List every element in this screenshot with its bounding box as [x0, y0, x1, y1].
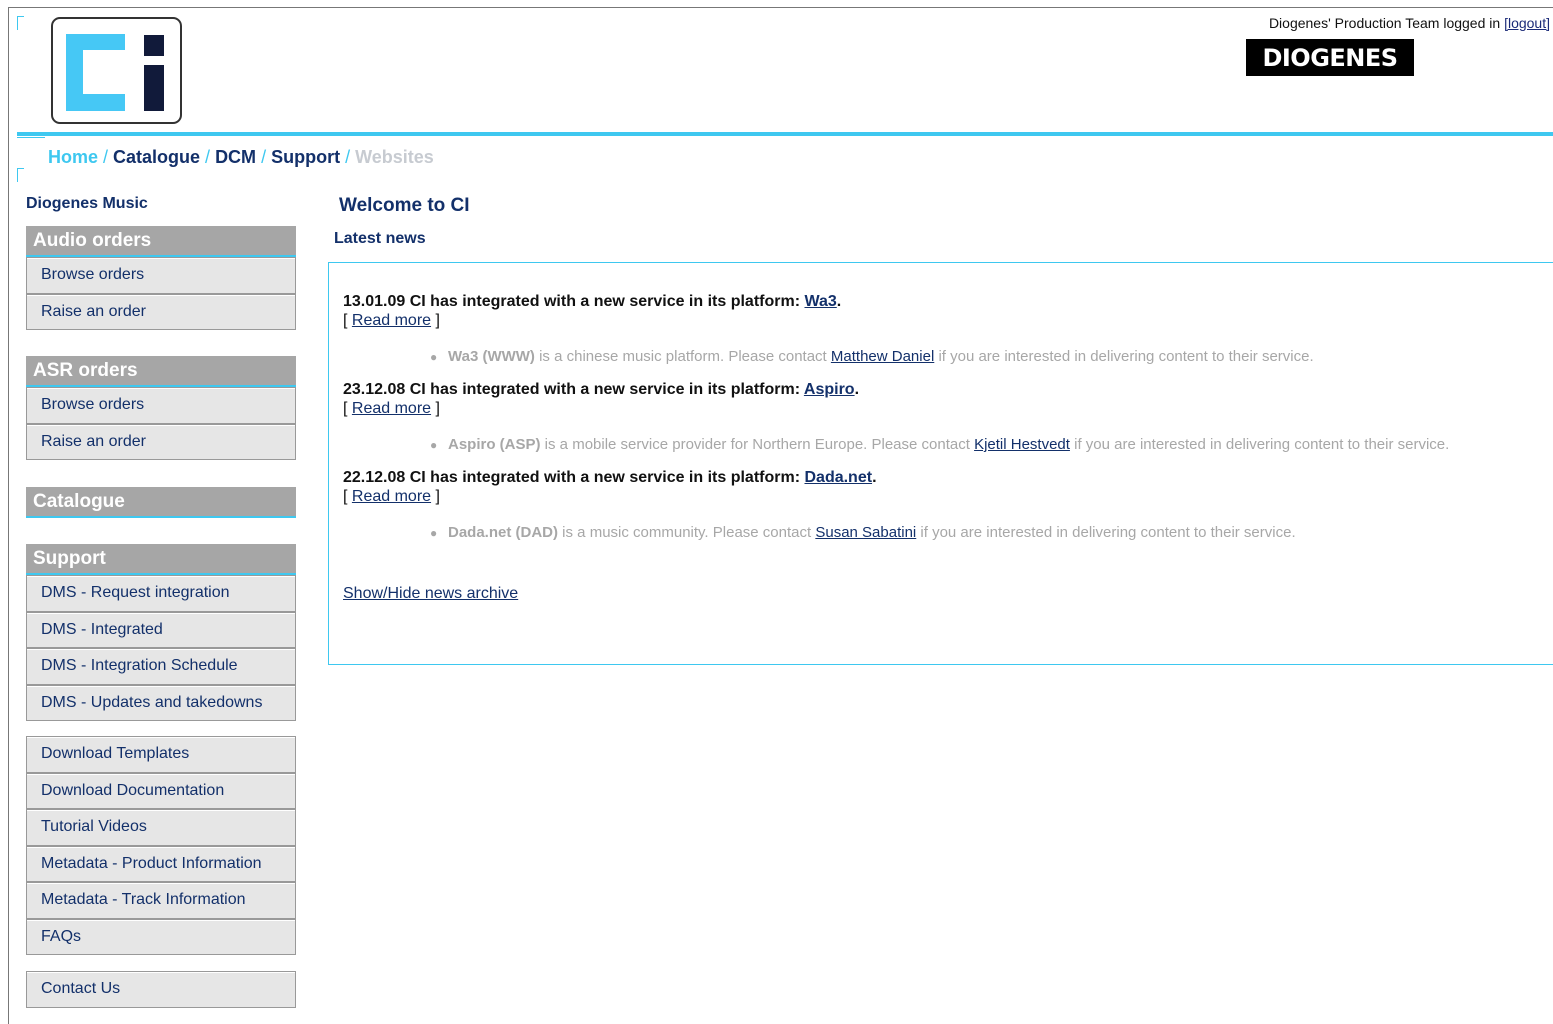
breadcrumb-separator: / — [103, 147, 109, 167]
service-name: Wa3 (WWW) — [448, 348, 535, 365]
news-service-link[interactable]: Wa3 — [804, 293, 836, 310]
read-more-bracket: ] — [435, 400, 440, 417]
news-panel: 13.01.09 CI has integrated with a new se… — [328, 262, 1553, 665]
news-item: 22.12.08 CI has integrated with a new se… — [343, 469, 1539, 543]
sidebar-item-contact-us[interactable]: Contact Us — [26, 971, 296, 1008]
news-headline: 22.12.08 CI has integrated with a new se… — [343, 469, 877, 486]
header-divider — [17, 132, 1553, 136]
logo-c-notch — [83, 50, 125, 94]
latest-news-heading: Latest news — [334, 230, 426, 247]
breadcrumb-current: Websites — [355, 147, 434, 167]
read-more-bracket: [ — [343, 488, 348, 505]
sidebar-catalogue: Catalogue — [26, 487, 296, 518]
sidebar-audio-orders: Audio orders Browse orders Raise an orde… — [26, 226, 296, 330]
service-name: Dada.net (DAD) — [448, 524, 559, 541]
logout-link[interactable]: [logout] — [1504, 15, 1550, 31]
breadcrumb-separator: / — [261, 147, 267, 167]
logo-i-dot — [144, 35, 164, 56]
read-more: [ Read more ] — [343, 311, 1539, 331]
sidebar-item-audio-browse-orders[interactable]: Browse orders — [26, 257, 296, 294]
sidebar-heading-support[interactable]: Support — [26, 544, 296, 575]
ci-logo[interactable] — [51, 17, 182, 124]
sidebar-item-tutorial-videos[interactable]: Tutorial Videos — [26, 809, 296, 846]
sidebar-item-dms-request-integration[interactable]: DMS - Request integration — [26, 575, 296, 612]
news-headline: 23.12.08 CI has integrated with a new se… — [343, 381, 860, 398]
corner-mark — [17, 168, 24, 182]
diogenes-brand-logo: DIOGENES — [1246, 39, 1414, 76]
news-item: 23.12.08 CI has integrated with a new se… — [343, 381, 1539, 455]
news-body: ● Dada.net (DAD) is a music community. P… — [430, 523, 1539, 543]
breadcrumb-dcm[interactable]: DCM — [215, 147, 256, 167]
bullet-icon: ● — [430, 526, 438, 540]
sidebar-item-metadata-track[interactable]: Metadata - Track Information — [26, 882, 296, 919]
news-body-text: is a mobile service provider for Norther… — [540, 436, 975, 453]
breadcrumb: Home / Catalogue / DCM / Support / Websites — [48, 147, 434, 168]
sidebar-item-faqs[interactable]: FAQs — [26, 918, 296, 955]
sidebar-item-download-templates[interactable]: Download Templates — [26, 736, 296, 773]
sidebar-item-metadata-product[interactable]: Metadata - Product Information — [26, 845, 296, 882]
sidebar-contact: Contact Us — [26, 971, 296, 1008]
sidebar-item-dms-integration-schedule[interactable]: DMS - Integration Schedule — [26, 648, 296, 685]
news-service-link[interactable]: Dada.net — [804, 469, 872, 486]
read-more-bracket: ] — [435, 488, 440, 505]
read-more-link[interactable]: Read more — [352, 488, 431, 505]
login-status: Diogenes' Production Team logged in [log… — [1269, 15, 1550, 31]
corner-mark — [17, 16, 24, 30]
news-body-text: is a chinese music platform. Please cont… — [534, 348, 831, 365]
sidebar-support: Support DMS - Request integration DMS - … — [26, 544, 296, 721]
news-item: 13.01.09 CI has integrated with a new se… — [343, 293, 1539, 367]
sidebar-item-audio-raise-order[interactable]: Raise an order — [26, 293, 296, 330]
sidebar-item-download-documentation[interactable]: Download Documentation — [26, 772, 296, 809]
sidebar-item-dms-integrated[interactable]: DMS - Integrated — [26, 611, 296, 648]
sidebar-heading-catalogue[interactable]: Catalogue — [26, 487, 296, 518]
breadcrumb-catalogue[interactable]: Catalogue — [113, 147, 200, 167]
page-title: Welcome to CI — [339, 195, 470, 216]
news-headline: 13.01.09 CI has integrated with a new se… — [343, 293, 842, 310]
breadcrumb-support[interactable]: Support — [271, 147, 340, 167]
news-body-text: if you are interested in delivering cont… — [934, 348, 1314, 365]
read-more-link[interactable]: Read more — [352, 312, 431, 329]
news-body: ● Wa3 (WWW) is a chinese music platform.… — [430, 347, 1539, 367]
bullet-icon: ● — [430, 438, 438, 452]
news-body-text: is a music community. Please contact — [558, 524, 816, 541]
contact-link[interactable]: Susan Sabatini — [815, 524, 916, 541]
sidebar-heading-asr-orders[interactable]: ASR orders — [26, 356, 296, 387]
user-text: Diogenes' Production Team logged in — [1268, 15, 1501, 31]
breadcrumb-separator: / — [345, 147, 351, 167]
news-headline-text: 22.12.08 CI has integrated with a new se… — [343, 469, 805, 486]
contact-link[interactable]: Matthew Daniel — [831, 348, 934, 365]
news-headline-text: 13.01.09 CI has integrated with a new se… — [343, 293, 805, 310]
news-body-text: if you are interested in delivering cont… — [916, 524, 1296, 541]
read-more: [ Read more ] — [343, 399, 1539, 419]
news-headline-text: 23.12.08 CI has integrated with a new se… — [343, 381, 804, 398]
sidebar-heading-audio-orders[interactable]: Audio orders — [26, 226, 296, 257]
sidebar-downloads: Download Templates Download Documentatio… — [26, 736, 296, 955]
header-divider-thin — [17, 137, 45, 138]
contact-link[interactable]: Kjetil Hestvedt — [974, 436, 1070, 453]
news-body-text: if you are interested in delivering cont… — [1069, 436, 1450, 453]
breadcrumb-separator: / — [205, 147, 211, 167]
logo-i-stem — [144, 65, 164, 111]
read-more-bracket: ] — [435, 312, 440, 329]
read-more-bracket: [ — [343, 400, 348, 417]
sidebar-title: Diogenes Music — [26, 195, 148, 212]
bullet-icon: ● — [430, 350, 438, 364]
service-name: Aspiro (ASP) — [448, 436, 541, 453]
sidebar-item-dms-updates-takedowns[interactable]: DMS - Updates and takedowns — [26, 684, 296, 721]
read-more-bracket: [ — [343, 312, 348, 329]
sidebar-item-asr-raise-order[interactable]: Raise an order — [26, 423, 296, 460]
sidebar-asr-orders: ASR orders Browse orders Raise an order — [26, 356, 296, 460]
read-more-link[interactable]: Read more — [352, 400, 431, 417]
news-body: ● Aspiro (ASP) is a mobile service provi… — [430, 435, 1539, 455]
sidebar-item-asr-browse-orders[interactable]: Browse orders — [26, 387, 296, 424]
breadcrumb-home[interactable]: Home — [48, 147, 98, 167]
read-more: [ Read more ] — [343, 487, 1539, 507]
news-archive-toggle[interactable]: Show/Hide news archive — [343, 585, 518, 603]
news-service-link[interactable]: Aspiro — [804, 381, 855, 398]
